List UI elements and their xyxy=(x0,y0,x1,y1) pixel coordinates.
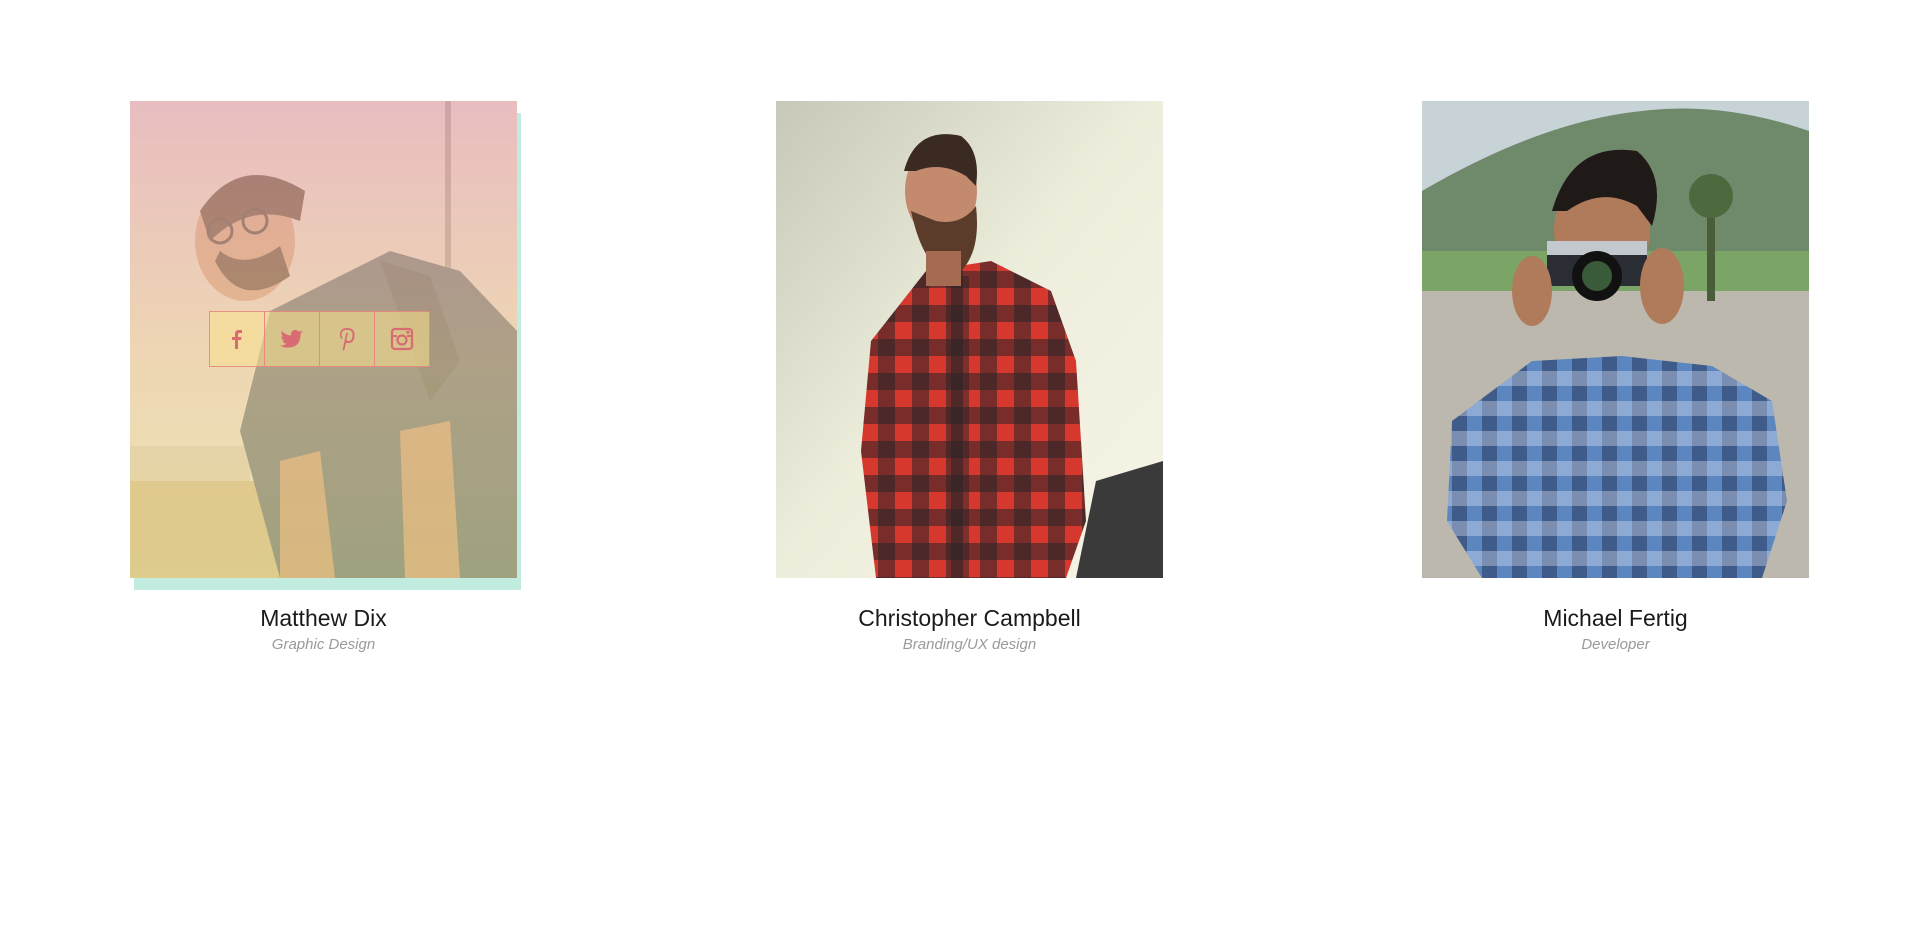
member-role: Branding/UX design xyxy=(902,636,1037,653)
twitter-icon xyxy=(280,330,303,348)
team-photo[interactable] xyxy=(1422,101,1809,578)
team-photo[interactable] xyxy=(776,101,1163,578)
member-name: Matthew Dix xyxy=(260,605,387,631)
instagram-icon xyxy=(390,327,414,351)
team-photo-wrap xyxy=(776,101,1163,578)
member-name: Christopher Campbell xyxy=(858,605,1081,631)
pinterest-link[interactable] xyxy=(319,311,375,367)
member-role: Developer xyxy=(1581,636,1650,653)
pinterest-icon xyxy=(340,328,355,351)
facebook-icon xyxy=(232,330,242,349)
social-links xyxy=(209,311,430,367)
facebook-link[interactable] xyxy=(209,311,265,367)
team-photo-wrap xyxy=(1422,101,1809,578)
team-photo[interactable] xyxy=(130,101,517,578)
team-section: Matthew Dix Graphic Design Christopher C… xyxy=(0,0,1920,937)
team-photo-wrap xyxy=(130,101,521,590)
team-card-matthew-dix[interactable]: Matthew Dix Graphic Design xyxy=(130,101,521,654)
portrait-camera-blue-plaid-shirt xyxy=(1422,101,1809,578)
portrait-beard-red-plaid-shirt xyxy=(776,101,1163,578)
twitter-link[interactable] xyxy=(264,311,320,367)
team-card-christopher-campbell[interactable]: Christopher Campbell Branding/UX design xyxy=(776,101,1163,654)
member-role: Graphic Design xyxy=(271,636,376,653)
member-name: Michael Fertig xyxy=(1543,605,1688,631)
team-card-michael-fertig[interactable]: Michael Fertig Developer xyxy=(1422,101,1809,654)
instagram-link[interactable] xyxy=(374,311,430,367)
